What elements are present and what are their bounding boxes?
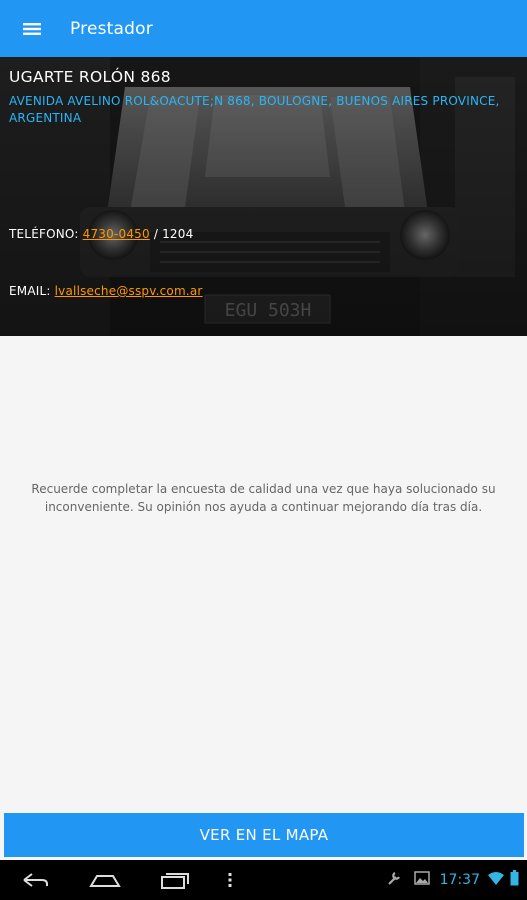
email-link[interactable]: lvallseche@sspv.com.ar — [55, 284, 203, 298]
provider-name: UGARTE ROLÓN 868 — [9, 68, 171, 86]
hamburger-menu-icon[interactable] — [4, 0, 60, 57]
status-area: 17:37 — [386, 870, 527, 890]
survey-notice: Recuerde completar la encuesta de calida… — [31, 482, 496, 514]
battery-icon — [510, 870, 519, 890]
provider-address: AVENIDA AVELINO ROL&OACUTE;N 868, BOULOG… — [9, 94, 500, 125]
phone-row: TELÉFONO: 4730-0450 / 1204 — [9, 227, 193, 241]
system-nav-bar: 17:37 — [0, 860, 527, 900]
image-icon — [413, 870, 430, 890]
home-icon[interactable] — [70, 860, 140, 900]
app-bar: Prestador — [0, 0, 527, 57]
phone-label: TELÉFONO: — [9, 227, 79, 241]
wrench-icon — [386, 870, 402, 890]
recent-apps-icon[interactable] — [140, 860, 210, 900]
provider-info: UGARTE ROLÓN 868 AVENIDA AVELINO ROL&OAC… — [0, 57, 527, 336]
email-row: EMAIL: lvallseche@sspv.com.ar — [9, 284, 203, 298]
wifi-icon — [488, 871, 504, 890]
back-icon[interactable] — [0, 860, 70, 900]
provider-header: EGU 503H UGARTE ROLÓN 868 AVENIDA AVELIN… — [0, 57, 527, 336]
clock: 17:37 — [439, 872, 480, 888]
app-title: Prestador — [70, 18, 153, 39]
email-label: EMAIL: — [9, 284, 51, 298]
view-map-button[interactable]: VER EN EL MAPA — [4, 813, 524, 857]
phone-link[interactable]: 4730-0450 — [83, 227, 150, 241]
overflow-menu-icon[interactable] — [210, 860, 250, 900]
phone-extension: / 1204 — [153, 227, 194, 241]
